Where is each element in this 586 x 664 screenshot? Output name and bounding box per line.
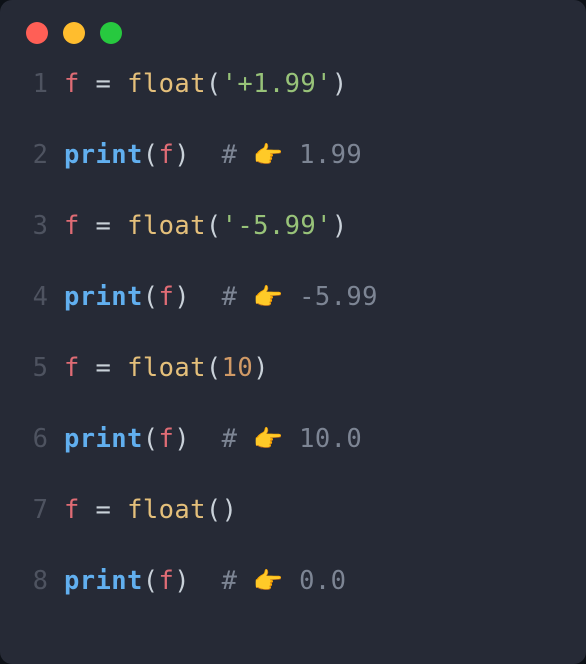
- token: [80, 353, 96, 383]
- token: [111, 211, 127, 241]
- line-content: f = float('+1.99'): [64, 72, 348, 98]
- token: #: [222, 424, 254, 454]
- token: f: [159, 140, 175, 170]
- token: [190, 140, 222, 170]
- token: ): [253, 353, 269, 383]
- token: [80, 69, 96, 99]
- token: [111, 495, 127, 525]
- token: f: [159, 282, 175, 312]
- token: 10: [222, 353, 254, 383]
- token: [190, 282, 222, 312]
- line-content: print(f) # 👉 -5.99: [64, 285, 378, 311]
- pointer-emoji-icon: 👉: [253, 283, 283, 311]
- token: =: [96, 353, 112, 383]
- code-line: 4print(f) # 👉 -5.99: [8, 285, 586, 356]
- token: ): [174, 140, 190, 170]
- token: [190, 566, 222, 596]
- code-window: 1f = float('+1.99')2print(f) # 👉 1.993f …: [0, 0, 586, 664]
- token: -5.99: [283, 282, 378, 312]
- token: 1.99: [283, 140, 362, 170]
- line-content: print(f) # 👉 0.0: [64, 569, 346, 595]
- token: ): [332, 69, 348, 99]
- line-content: print(f) # 👉 1.99: [64, 143, 362, 169]
- close-icon[interactable]: [26, 22, 48, 44]
- line-number: 1: [8, 72, 64, 98]
- code-line: 2print(f) # 👉 1.99: [8, 143, 586, 214]
- token: (: [206, 495, 222, 525]
- code-line: 1f = float('+1.99'): [8, 72, 586, 143]
- zoom-icon[interactable]: [100, 22, 122, 44]
- token: #: [222, 566, 254, 596]
- token: (: [206, 69, 222, 99]
- token: float: [127, 353, 206, 383]
- line-content: f = float('-5.99'): [64, 214, 348, 240]
- token: =: [96, 495, 112, 525]
- token: (: [206, 211, 222, 241]
- token: f: [64, 69, 80, 99]
- line-content: print(f) # 👉 10.0: [64, 427, 362, 453]
- minimize-icon[interactable]: [63, 22, 85, 44]
- line-content: f = float(): [64, 498, 237, 524]
- pointer-emoji-icon: 👉: [253, 425, 283, 453]
- token: ): [174, 282, 190, 312]
- token: print: [64, 424, 143, 454]
- token: ): [332, 211, 348, 241]
- line-number: 3: [8, 214, 64, 240]
- token: (: [143, 282, 159, 312]
- line-number: 6: [8, 427, 64, 453]
- code-line: 6print(f) # 👉 10.0: [8, 427, 586, 498]
- token: print: [64, 566, 143, 596]
- token: 0.0: [283, 566, 346, 596]
- token: (: [143, 424, 159, 454]
- token: f: [159, 424, 175, 454]
- token: [111, 69, 127, 99]
- line-number: 4: [8, 285, 64, 311]
- token: [80, 495, 96, 525]
- token: float: [127, 211, 206, 241]
- token: ): [174, 424, 190, 454]
- token: '-5.99': [222, 211, 332, 241]
- token: (: [143, 566, 159, 596]
- line-content: f = float(10): [64, 356, 269, 382]
- code-line: 3f = float('-5.99'): [8, 214, 586, 285]
- token: f: [64, 211, 80, 241]
- code-area: 1f = float('+1.99')2print(f) # 👉 1.993f …: [0, 72, 586, 640]
- line-number: 8: [8, 569, 64, 595]
- token: #: [222, 282, 254, 312]
- code-line: 5f = float(10): [8, 356, 586, 427]
- token: [80, 211, 96, 241]
- token: (: [143, 140, 159, 170]
- token: (: [206, 353, 222, 383]
- token: =: [96, 69, 112, 99]
- token: 10.0: [283, 424, 362, 454]
- token: =: [96, 211, 112, 241]
- token: #: [222, 140, 254, 170]
- token: f: [159, 566, 175, 596]
- token: print: [64, 282, 143, 312]
- token: float: [127, 495, 206, 525]
- line-number: 7: [8, 498, 64, 524]
- line-number: 2: [8, 143, 64, 169]
- code-line: 7f = float(): [8, 498, 586, 569]
- token: float: [127, 69, 206, 99]
- token: f: [64, 353, 80, 383]
- token: ): [174, 566, 190, 596]
- code-line: 8print(f) # 👉 0.0: [8, 569, 586, 640]
- pointer-emoji-icon: 👉: [253, 141, 283, 169]
- token: '+1.99': [222, 69, 332, 99]
- token: f: [64, 495, 80, 525]
- window-controls: [0, 22, 586, 72]
- token: [111, 353, 127, 383]
- token: print: [64, 140, 143, 170]
- token: [190, 424, 222, 454]
- token: ): [222, 495, 238, 525]
- pointer-emoji-icon: 👉: [253, 567, 283, 595]
- line-number: 5: [8, 356, 64, 382]
